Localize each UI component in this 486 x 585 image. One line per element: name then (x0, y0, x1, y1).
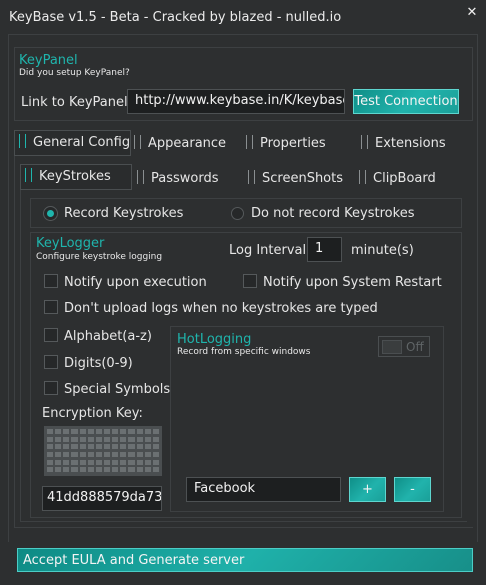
log-interval-unit: minute(s) (351, 243, 414, 258)
notify-execution-label[interactable]: Notify upon execution (64, 275, 207, 290)
tab-passwords[interactable]: Passwords (137, 170, 219, 186)
tab-label: Properties (260, 136, 326, 151)
symbols-label[interactable]: Special Symbols (64, 382, 170, 397)
record-on-radio[interactable] (44, 207, 57, 220)
notify-restart-label[interactable]: Notify upon System Restart (263, 275, 442, 290)
encryption-key-pattern (44, 426, 162, 476)
tab-label: Extensions (375, 136, 446, 151)
hotlogging-subheading: Record from specific windows (177, 347, 311, 357)
tab-keystrokes[interactable]: KeyStrokes (20, 164, 132, 190)
tab-marker-icon (134, 135, 141, 149)
toggle-knob (382, 340, 402, 354)
keypanel-heading: KeyPanel (19, 53, 78, 68)
tab-screenshots[interactable]: ScreenShots (248, 170, 343, 186)
generate-server-button[interactable]: Accept EULA and Generate server (17, 548, 473, 572)
record-off-radio[interactable] (231, 207, 244, 220)
close-icon[interactable]: ✕ (464, 5, 480, 21)
tab-marker-icon (361, 135, 368, 149)
keylogger-heading: KeyLogger (36, 236, 105, 251)
tab-label: General Config (33, 135, 131, 150)
tab-marker-icon (19, 134, 26, 148)
alphabet-checkbox[interactable] (44, 328, 58, 342)
remove-window-button[interactable]: - (394, 477, 431, 502)
dont-upload-checkbox[interactable] (44, 300, 58, 314)
tab-label: ScreenShots (262, 171, 344, 186)
window-title: KeyBase v1.5 - Beta - Cracked by blazed … (9, 10, 342, 25)
tab-marker-icon (248, 170, 255, 184)
tab-marker-icon (25, 168, 32, 182)
tab-properties[interactable]: Properties (246, 135, 326, 151)
log-interval-input[interactable]: 1 (307, 237, 342, 262)
log-interval-label: Log Interval: (229, 243, 311, 258)
symbols-checkbox[interactable] (44, 381, 58, 395)
tab-label: Appearance (148, 136, 227, 151)
hotlogging-toggle[interactable]: Off (378, 336, 430, 357)
tab-extensions[interactable]: Extensions (361, 135, 446, 151)
tab-label: Passwords (151, 171, 219, 186)
tab-marker-icon (359, 170, 366, 184)
tab-appearance[interactable]: Appearance (134, 135, 226, 151)
hotlogging-window-input[interactable]: Facebook (186, 477, 341, 502)
tab-general-config[interactable]: General Config (14, 130, 131, 156)
tab-clipboard[interactable]: ClipBoard (359, 170, 436, 186)
toggle-label: Off (406, 340, 424, 354)
keylogger-subheading: Configure keystroke logging (36, 252, 163, 262)
digits-checkbox[interactable] (44, 355, 58, 369)
keypanel-subheading: Did you setup KeyPanel? (19, 68, 130, 78)
tab-label: KeyStrokes (39, 169, 111, 184)
notify-restart-checkbox[interactable] (243, 274, 257, 288)
tab-marker-icon (246, 135, 253, 149)
record-off-label[interactable]: Do not record Keystrokes (251, 206, 414, 221)
alphabet-label[interactable]: Alphabet(a-z) (64, 329, 152, 344)
hotlogging-heading: HotLogging (177, 332, 252, 347)
keypanel-link-input[interactable]: http://www.keybase.in/K/keybase/ (127, 89, 345, 114)
notify-execution-checkbox[interactable] (44, 274, 58, 288)
tab-label: ClipBoard (373, 171, 436, 186)
record-on-label[interactable]: Record Keystrokes (64, 206, 183, 221)
test-connection-button[interactable]: Test Connection (353, 89, 459, 114)
encryption-key-label: Encryption Key: (42, 406, 143, 421)
digits-label[interactable]: Digits(0-9) (64, 356, 133, 371)
dont-upload-label[interactable]: Don't upload logs when no keystrokes are… (64, 301, 378, 316)
add-window-button[interactable]: + (349, 477, 386, 502)
tab-marker-icon (137, 170, 144, 184)
keypanel-link-label: Link to KeyPanel: (21, 95, 132, 110)
encryption-key-input[interactable]: 41dd888579da73b2 (42, 486, 162, 511)
